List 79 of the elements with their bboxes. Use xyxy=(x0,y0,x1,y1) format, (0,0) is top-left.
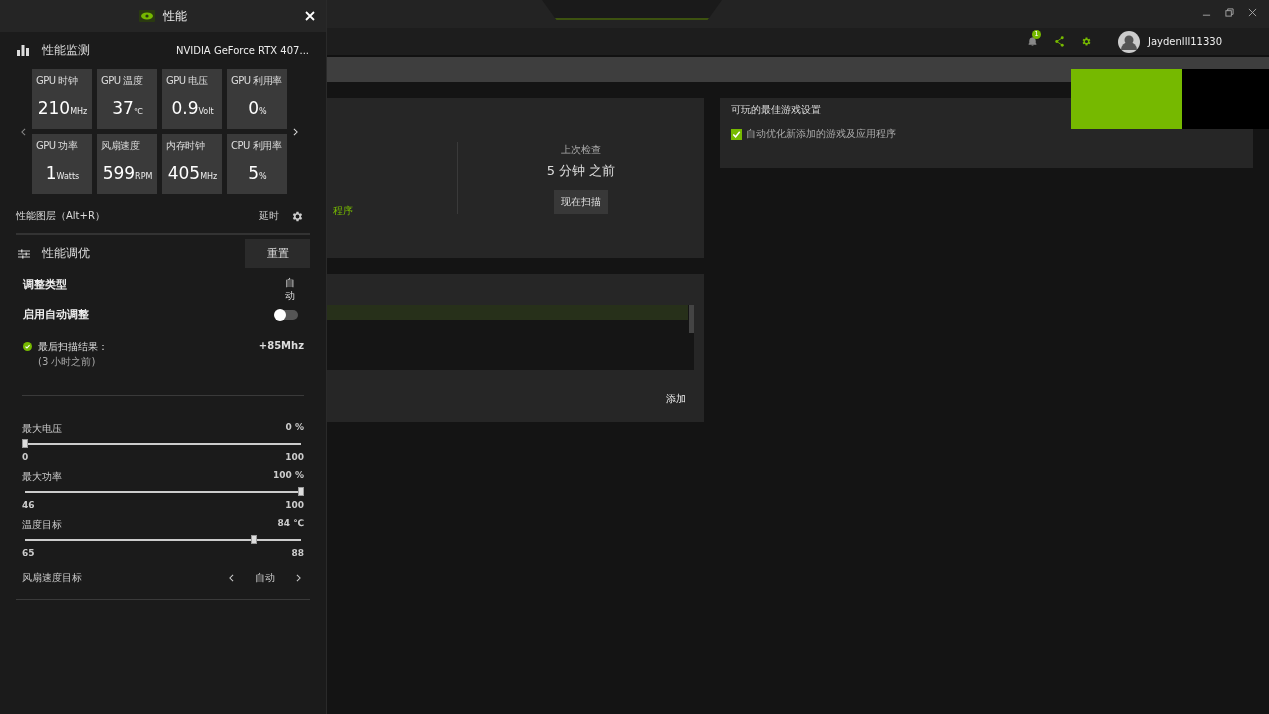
metric-value: 405 xyxy=(167,163,201,183)
metric-unit: ℃ xyxy=(133,107,143,116)
scan-label: 最后扫描结果： xyxy=(38,340,108,354)
restore-icon[interactable] xyxy=(1225,8,1234,17)
metric-label: GPU 利用率 xyxy=(231,74,283,88)
metric-label: CPU 利用率 xyxy=(231,139,283,153)
slider-max: 100 xyxy=(285,452,304,462)
slider-min: 65 xyxy=(22,548,35,558)
fan-label: 风扇速度目标 xyxy=(22,571,82,585)
slider-label: 温度目标 xyxy=(22,518,62,532)
option-label: 自动优化新添加的游戏及应用程序 xyxy=(746,127,896,141)
eye-logo-icon xyxy=(139,10,155,22)
metric-label: 内存时钟 xyxy=(166,139,206,153)
last-check-value: 5 分钟 之前 xyxy=(546,161,616,180)
overlay-status: 延时 xyxy=(259,209,279,223)
slider-reading: 0 % xyxy=(285,422,304,434)
add-link[interactable]: 添加 xyxy=(666,392,686,406)
slider-label: 最大功率 xyxy=(22,470,62,484)
metric-value: 210 xyxy=(37,98,71,118)
slider-max: 88 xyxy=(291,548,304,558)
chevron-left-icon[interactable] xyxy=(21,127,26,136)
metric-value: 37 xyxy=(112,98,134,118)
sliders-icon xyxy=(18,248,30,259)
metric-unit: % xyxy=(259,172,267,181)
metric-label: GPU 电压 xyxy=(166,74,209,88)
metric-unit: Volt xyxy=(198,107,214,116)
slider-min: 46 xyxy=(22,500,35,510)
bell-icon[interactable] xyxy=(1027,36,1038,47)
chevron-right-icon[interactable] xyxy=(296,574,301,582)
share-icon[interactable] xyxy=(1054,36,1065,47)
metric-label: 风扇速度 xyxy=(101,139,141,153)
metric-value: 1 xyxy=(45,163,57,183)
chevron-left-icon[interactable] xyxy=(229,574,234,582)
bar-chart-icon xyxy=(17,44,29,56)
panel-title: 性能 xyxy=(163,7,187,25)
chevron-right-icon[interactable] xyxy=(293,127,298,136)
slider-min: 0 xyxy=(22,452,29,462)
metric-label: GPU 时钟 xyxy=(36,74,79,88)
metric-value: 5 xyxy=(248,163,260,183)
setting-value: 自动 xyxy=(285,277,295,302)
metric-label: GPU 功率 xyxy=(36,139,79,153)
reset-button[interactable]: 重置 xyxy=(245,239,310,268)
scan-result: +85Mhz xyxy=(258,340,304,351)
setting-label: 启用自动调整 xyxy=(23,307,89,322)
slider-max: 100 xyxy=(285,500,304,510)
slider-reading: 84 ℃ xyxy=(277,518,304,530)
slider-thumb[interactable] xyxy=(22,439,28,448)
metric-unit: MHz xyxy=(200,172,218,181)
metric-unit: Watts xyxy=(56,172,80,181)
scan-now-button[interactable]: 现在扫描 xyxy=(554,189,608,214)
metric-value: 599 xyxy=(102,163,136,183)
last-check-label: 上次检查 xyxy=(561,142,601,157)
checkbox[interactable] xyxy=(731,128,742,140)
metric-unit: MHz xyxy=(70,107,88,116)
fan-value: 自动 xyxy=(255,571,275,585)
section-title: 性能监测 xyxy=(42,41,90,59)
scan-time: (3 小时之前) xyxy=(38,355,97,369)
gpu-name: NVIDIA GeForce RTX 407... xyxy=(175,44,309,56)
toggle-switch[interactable] xyxy=(275,309,298,320)
scrollbar[interactable] xyxy=(689,305,694,333)
metric-unit: % xyxy=(259,107,267,116)
metric-unit: RPM xyxy=(135,172,153,181)
overlay-label: 性能图层（Alt+R） xyxy=(16,209,105,223)
metric-label: GPU 温度 xyxy=(101,74,144,88)
slider-thumb[interactable] xyxy=(251,535,258,544)
slider-reading: 100 % xyxy=(273,470,304,482)
slider-thumb[interactable] xyxy=(298,487,304,496)
metric-value: 0.9 xyxy=(171,98,199,118)
metric-value: 0 xyxy=(248,98,260,118)
setting-label: 调整类型 xyxy=(23,277,67,292)
avatar-icon[interactable] xyxy=(1118,30,1140,53)
settings-icon[interactable] xyxy=(1081,36,1092,47)
section-title: 性能调优 xyxy=(42,245,90,262)
slider-label: 最大电压 xyxy=(22,422,62,436)
user-name[interactable]: Jaydenlll11330 xyxy=(1148,36,1222,47)
programs-link[interactable]: 程序 xyxy=(333,204,353,218)
card-title: 可玩的最佳游戏设置 xyxy=(731,103,822,117)
settings-icon[interactable] xyxy=(291,209,304,223)
close-icon[interactable] xyxy=(1248,8,1257,17)
